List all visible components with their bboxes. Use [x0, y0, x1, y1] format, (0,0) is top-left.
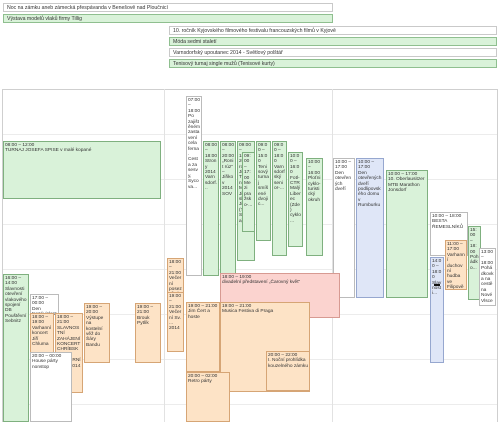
event-title: Varhanní koncert Jiří Chluma [32, 325, 52, 348]
event-time: 16:00 – 14:00 [5, 276, 22, 287]
event-title: Den otevřených dveří [335, 170, 351, 193]
event-title: I. Noční prohlídka kouzelného zámku [268, 358, 308, 369]
calendar-event[interactable]: 18:00 – 19:00 Varhanní koncert Jiří Chlu… [30, 313, 54, 353]
event-title: „Ronit rúz“ – Jiřikov 2014 SOV [222, 159, 234, 197]
event-time: 18:00 – 21:00 [169, 260, 182, 276]
event-title: Ploťni cyklo-turistický okruh [308, 176, 321, 203]
event-title: Slavnosti otevření vlakového spojení DB … [5, 286, 27, 325]
calendar-event[interactable]: 20:00 – 22:00 I. Noční prohlídka kouzeln… [266, 351, 310, 391]
allday-event-bar[interactable]: Tenisový turnaj single mužů (Tenisové ku… [169, 59, 497, 68]
calendar-event[interactable]: 20:00 – 00:00 House párty nonstop [30, 352, 72, 422]
calendar-event[interactable]: 10:00 – 17:00 Den otevřených dveří podli… [356, 158, 384, 298]
event-time: 19:00 – 21:00 [137, 305, 154, 316]
day-column-line [164, 89, 165, 422]
event-time: 15:00 – 18:00 [470, 228, 477, 255]
event-title: Jim Čert a hoste [188, 309, 210, 320]
calendar-event[interactable]: 19:00 – 21:00 Večerní Sv. ... 2014 [167, 292, 184, 352]
calendar-event[interactable]: 07:00 – 18:00 Po zajištěném zastavení ce… [186, 96, 202, 276]
event-title: Varnsdorfský senior-... [274, 164, 285, 192]
event-title: divadelní představení „Čarovný květ“ [222, 280, 301, 286]
event-time: 19:00 – 20:00 [86, 305, 103, 316]
calendar-event[interactable]: 16:00 – 14:00 Slavnosti otevření vlakové… [3, 274, 29, 422]
hour-line [2, 404, 498, 405]
calendar-event[interactable]: 19:00 – 20:00 Výstupe na kostelní věž do… [84, 303, 110, 363]
event-time: 09:00 – 15:00 [258, 143, 268, 165]
event-time: 10:00 – 17:00 [358, 160, 375, 171]
calendar-event[interactable]: 08:00 – 12:00 TURNAJ JOSEFA SPISE v malé… [3, 141, 161, 199]
day-column-line [497, 89, 498, 422]
event-time: 08:00 – 18:00 [205, 143, 218, 159]
calendar-event[interactable]: 11:00 – 17:00 Varhanní duchovní hudba ve… [445, 240, 467, 290]
event-title: Strony 2014 Varnsdorf... [205, 159, 217, 192]
grid-header-line [2, 89, 498, 90]
calendar-event[interactable]: 09:00 – 15:00 Tenisový turnaj smíšené dv… [256, 141, 271, 241]
calendar-event[interactable]: 09:00 – 18:00 Varnsdorfský senior-... [272, 141, 287, 256]
event-title: Pohádko... [470, 255, 479, 271]
allday-event-bar[interactable]: Výstava modelů vlaků firmy Tillig [3, 14, 333, 23]
calendar-event[interactable]: 13:00 – 18:00 Pohádkovka na cestě na Nov… [479, 248, 496, 306]
allday-event-bar[interactable]: Noc na zámku aneb zámecká přespávanda v … [3, 3, 333, 12]
event-title: Pohádkovka na cestě na Nové Vlsce [481, 266, 494, 304]
event-time: 11:00 – 17:00 [447, 242, 463, 253]
event-title: Výstupe na kostelní věž do Šáry Bandu [86, 315, 104, 348]
calendar-event[interactable]: 19:00 – 21:00 Brouk Pytlík [135, 303, 161, 363]
event-title: Tenisový turnaj smíšené dvojic... [258, 164, 269, 208]
event-time: 09:00 – 18:00 [274, 143, 284, 165]
cursor-marker-icon [434, 284, 440, 286]
event-title: Musica Festiva di Praga [222, 309, 274, 315]
event-title: Brouk Pytlík [137, 315, 150, 327]
event-time: 09:00 – 17:00 [244, 154, 251, 181]
event-time: 18:00 – 19:00 [32, 315, 49, 326]
hour-line [2, 134, 498, 135]
event-title: Večerní Sv. ... 2014 [169, 310, 182, 332]
event-time: 10:00 – 16:00 [290, 154, 300, 176]
calendar-event[interactable]: 10:00 – 17:00 10. Oberlausitzer MTB Mara… [386, 170, 428, 298]
calendar-event[interactable]: 14:00 – 18:00 Slavnosti... [430, 257, 444, 363]
event-time: 07:00 – 18:00 [188, 98, 201, 114]
calendar-event[interactable]: 09:00 – 17:00 Mezi pražsko-... [242, 152, 255, 232]
event-title: TURNAJ JOSEFA SPISE v malé kopané [5, 148, 92, 154]
event-title: Retro párty [188, 379, 212, 385]
event-time: 19:00 – 21:00 [169, 294, 182, 310]
event-title: Varhanní duchovní hudba ve Filipově [447, 252, 465, 290]
event-title: Den otevřených dveří podlipovského domu … [358, 170, 382, 209]
event-time: 08:00 – 20:00 [222, 143, 235, 159]
event-title: 10. Oberlausitzer MTB Marathon Jonsdorf [388, 177, 425, 194]
event-time: 14:00 – 18:00 [432, 259, 442, 281]
event-title: Mezi pražsko-... [244, 181, 253, 208]
allday-event-bar[interactable]: 10. ročník Kyjovského filmového festival… [169, 26, 497, 35]
calendar-event[interactable]: 08:00 – 18:00 Strony 2014 Varnsdorf... [203, 141, 219, 276]
event-time: 10:00 – 17:00 [335, 160, 352, 171]
event-time: 17:00 – 00:00 [32, 296, 49, 307]
event-time: 10:00 – 16:00 [308, 160, 321, 176]
calendar-event[interactable]: 10:00 – 16:00 Fotl-CTR Malý Liberec (Zde… [288, 152, 303, 247]
allday-event-bar[interactable]: Varnsdorfský upoutanec 2014 - Světlový p… [169, 48, 497, 57]
event-time: 18:00 – 21:00 [57, 315, 74, 326]
event-title: Fotl-CTR Malý Liberec (Zde) cyklo... [290, 175, 301, 224]
event-time: 13:00 – 18:00 [481, 250, 494, 266]
calendar-event[interactable]: 19:00 – 21:00 Jim Čert a hoste [186, 302, 220, 372]
calendar-event[interactable]: 10:00 – 16:00 Ploťni cyklo-turistický ok… [306, 158, 323, 256]
calendar-event[interactable]: 20:00 – 02:00 Retro párty [186, 372, 230, 422]
event-title: Po zajištěném zastavení cela ferna. Cest… [188, 114, 200, 190]
event-title: House párty nonstop [32, 359, 58, 370]
allday-event-bar[interactable]: Móda sedmi staletí [169, 37, 497, 46]
event-title: BESTA ŘEMESLNÍKŮ [432, 219, 464, 230]
